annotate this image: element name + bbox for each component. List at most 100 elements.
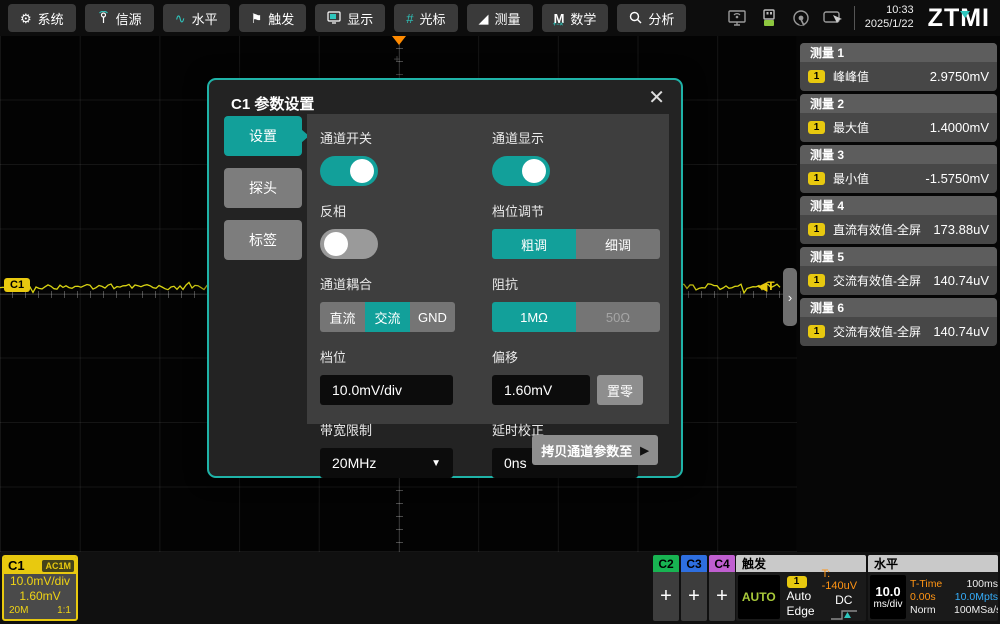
source-badge: 1 xyxy=(808,223,825,236)
channel4-add-box[interactable]: C4 + xyxy=(709,555,735,621)
topbar-divider xyxy=(854,6,855,30)
plus-icon: + xyxy=(716,585,728,608)
trigger-position-marker[interactable] xyxy=(392,36,406,45)
horizontal-scale-unit: ms/div xyxy=(874,599,903,610)
measurement-card-6[interactable]: 测量 6 1 交流有效值-全屏 140.74uV xyxy=(800,298,997,346)
measurement-value: 140.74uV xyxy=(933,273,989,288)
menu-math[interactable]: M+−× 数学 xyxy=(542,4,609,32)
measurement-value: 173.88uV xyxy=(933,222,989,237)
source-badge: 1 xyxy=(808,70,825,83)
trigger-level-marker[interactable]: ◀T xyxy=(758,279,775,293)
zero-offset-button[interactable]: 置零 xyxy=(597,375,643,405)
channel1-status-box[interactable]: C1 AC1M 10.0mV/div 1.60mV 20M 1:1 xyxy=(2,555,78,621)
channel-switch-label: 通道开关 xyxy=(320,128,492,147)
dialog-tab-column: 设置 探头 标签 xyxy=(224,116,302,272)
trigger-status-box[interactable]: 触发 AUTO 1 Auto Edge T: -140uV DC xyxy=(736,555,866,621)
search-icon xyxy=(629,11,642,26)
c1-settings-dialog: C1 参数设置 ✕ 设置 探头 标签 通道开关 通道显示 反相 档位调节 xyxy=(207,78,683,478)
chevron-down-icon: ▼ xyxy=(431,458,441,469)
close-icon[interactable]: ✕ xyxy=(648,88,665,108)
channel1-bandwidth: 20M xyxy=(9,605,28,616)
menu-cursor[interactable]: # 光标 xyxy=(394,4,457,32)
scale-input[interactable]: 10.0mV/div xyxy=(320,375,453,405)
menu-measure[interactable]: ◢ 测量 xyxy=(467,4,533,32)
menu-label: 水平 xyxy=(192,9,218,28)
channel3-name: C3 xyxy=(681,555,707,572)
tab-probe[interactable]: 探头 xyxy=(224,168,302,208)
gesture-icon[interactable] xyxy=(822,7,844,29)
trigger-sweep: Auto xyxy=(787,589,815,603)
menu-horizontal[interactable]: ∿ 水平 xyxy=(163,4,230,32)
channel-display-toggle[interactable] xyxy=(492,156,550,186)
source-badge: 1 xyxy=(808,325,825,338)
horizontal-status-box[interactable]: 水平 10.0 ms/div T-Time 100ms 0.00s 10.0Mp… xyxy=(868,555,998,621)
offset-input[interactable]: 1.60mV xyxy=(492,375,590,405)
gear-adjust-segmented: 粗调 细调 xyxy=(492,229,667,259)
measurement-label: 峰峰值 xyxy=(833,68,869,85)
measurement-card-2[interactable]: 测量 2 1 最大值 1.4000mV xyxy=(800,94,997,142)
measurement-card-4[interactable]: 测量 4 1 直流有效值-全屏 173.88uV xyxy=(800,196,997,244)
bandwidth-dropdown[interactable]: 20MHz ▼ xyxy=(320,448,453,478)
channel2-name: C2 xyxy=(653,555,679,572)
t-time-value: 100ms xyxy=(954,578,998,590)
invert-toggle[interactable] xyxy=(320,229,378,259)
option-dc[interactable]: 直流 xyxy=(320,302,365,332)
network-display-icon[interactable] xyxy=(726,7,748,29)
tab-label[interactable]: 标签 xyxy=(224,220,302,260)
option-1mohm[interactable]: 1MΩ xyxy=(492,302,576,332)
menu-system[interactable]: ⚙ 系统 xyxy=(8,4,76,32)
invert-label: 反相 xyxy=(320,201,492,220)
coupling-segmented: 直流 交流 GND xyxy=(320,302,492,332)
dialog-content: 通道开关 通道显示 反相 档位调节 粗调 细调 xyxy=(307,114,669,424)
usb-icon[interactable] xyxy=(758,7,780,29)
menu-label: 光标 xyxy=(420,9,446,28)
impedance-segmented: 1MΩ 50Ω xyxy=(492,302,667,332)
channel1-coupling-badge: AC1M xyxy=(42,560,74,572)
option-50ohm[interactable]: 50Ω xyxy=(576,302,660,332)
flag-icon: ⚑ xyxy=(251,12,263,25)
menu-trigger[interactable]: ⚑ 触发 xyxy=(239,4,307,32)
tab-settings[interactable]: 设置 xyxy=(224,116,302,156)
slide-panel-handle[interactable]: › xyxy=(783,268,797,326)
top-menu-bar: ⚙ 系统 信源 ∿ 水平 ⚑ 触发 显示 # 光标 ◢ 测量 M+−× 数学 分… xyxy=(0,0,1000,36)
bandwidth-value: 20MHz xyxy=(332,455,376,471)
measurement-title: 测量 1 xyxy=(800,43,997,62)
clock-date: 2025/1/22 xyxy=(865,18,914,32)
menu-label: 触发 xyxy=(268,9,294,28)
measurement-value: 2.9750mV xyxy=(930,69,989,84)
option-coarse[interactable]: 粗调 xyxy=(492,229,576,259)
menu-display[interactable]: 显示 xyxy=(315,4,385,32)
measurement-card-5[interactable]: 测量 5 1 交流有效值-全屏 140.74uV xyxy=(800,247,997,295)
horizontal-info-grid: T-Time 100ms 0.00s 10.0Mpts Norm 100MSa/… xyxy=(910,578,998,616)
menu-analysis[interactable]: 分析 xyxy=(617,4,686,32)
source-badge: 1 xyxy=(808,121,825,134)
menu-label: 显示 xyxy=(347,9,373,28)
trigger-mode: AUTO xyxy=(738,575,780,619)
horizontal-scale-box: 10.0 ms/div xyxy=(870,575,906,619)
copy-channel-params-button[interactable]: 拷贝通道参数至 ▶ xyxy=(532,435,658,465)
measurement-card-1[interactable]: 测量 1 1 峰峰值 2.9750mV xyxy=(800,43,997,91)
channel1-offset: 1.60mV xyxy=(4,589,76,604)
menu-source[interactable]: 信源 xyxy=(85,4,154,32)
touch-icon[interactable] xyxy=(790,7,812,29)
measure-icon: ◢ xyxy=(479,12,489,25)
copy-button-label: 拷贝通道参数至 xyxy=(541,441,632,460)
acquisition-mode: Norm xyxy=(910,604,952,616)
channel-switch-toggle[interactable] xyxy=(320,156,378,186)
channel2-add-box[interactable]: C2 + xyxy=(653,555,679,621)
measurement-card-3[interactable]: 测量 3 1 最小值 -1.5750mV xyxy=(800,145,997,193)
channel3-add-box[interactable]: C3 + xyxy=(681,555,707,621)
option-fine[interactable]: 细调 xyxy=(576,229,660,259)
source-badge: 1 xyxy=(808,172,825,185)
toggle-knob xyxy=(324,232,348,256)
channel1-trace-label[interactable]: C1 xyxy=(4,278,30,292)
option-ac[interactable]: 交流 xyxy=(365,302,410,332)
horizontal-scale: 10.0 xyxy=(875,584,900,599)
wave-icon: ∿ xyxy=(175,12,186,25)
horizontal-box-title: 水平 xyxy=(868,555,998,572)
gear-adjust-label: 档位调节 xyxy=(492,201,667,220)
measurement-title: 测量 5 xyxy=(800,247,997,266)
math-icon: M+−× xyxy=(554,12,565,25)
option-gnd[interactable]: GND xyxy=(410,302,455,332)
channel1-name: C1 xyxy=(8,558,25,573)
